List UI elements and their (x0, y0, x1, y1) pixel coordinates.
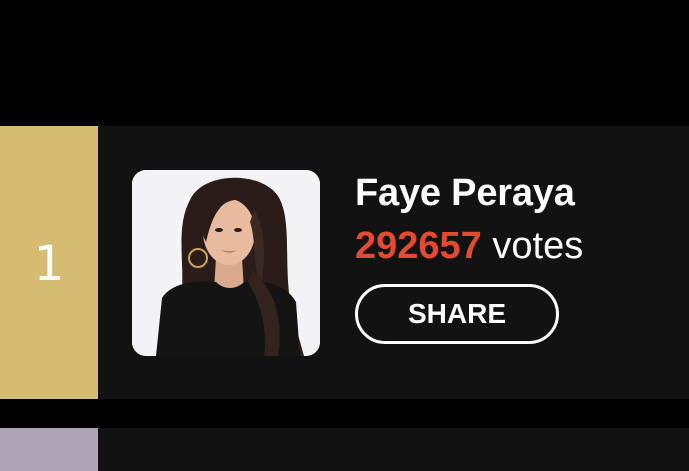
votes-line: 292657 votes (355, 226, 583, 266)
contestant-name: Faye Peraya (355, 172, 575, 214)
leaderboard-entry: 1 Faye Peraya 292657 votes SHARE (0, 126, 689, 399)
rank-number: 1 (33, 235, 65, 292)
vote-count: 292657 (355, 225, 482, 267)
votes-label: votes (492, 225, 584, 267)
avatar (132, 170, 320, 356)
leaderboard-page: 1 Faye Peraya 292657 votes SHARE (0, 0, 689, 471)
leaderboard-entry (0, 428, 689, 471)
rank-badge: 1 (0, 126, 98, 399)
share-button[interactable]: SHARE (355, 284, 559, 344)
portrait-image (132, 170, 320, 356)
entry-info: Faye Peraya 292657 votes SHARE (355, 170, 583, 344)
rank-badge (0, 428, 98, 471)
entry-card (98, 428, 689, 471)
entry-card: Faye Peraya 292657 votes SHARE (98, 126, 689, 399)
